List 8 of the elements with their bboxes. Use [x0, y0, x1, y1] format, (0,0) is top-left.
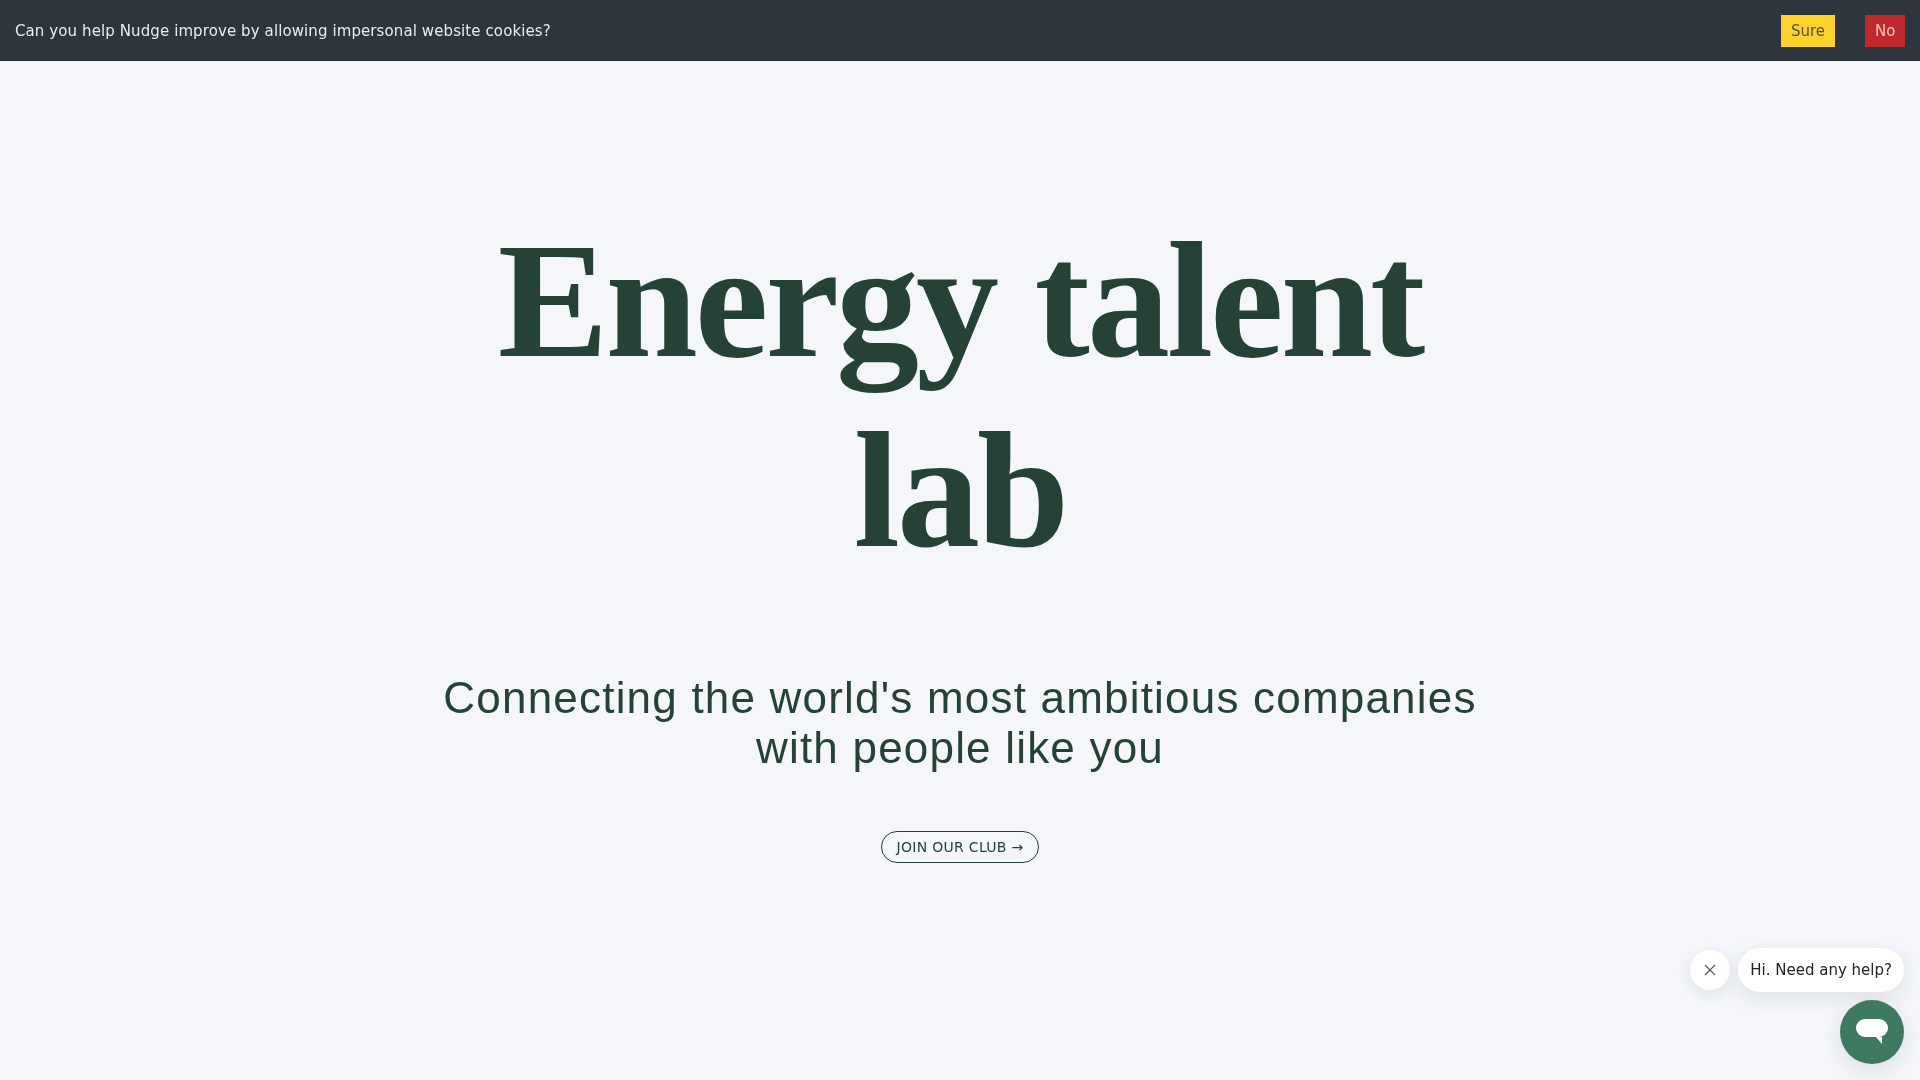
- decline-button[interactable]: No: [1865, 14, 1905, 47]
- speech-bubble-icon: [1856, 1019, 1888, 1045]
- accept-button[interactable]: Sure: [1781, 14, 1835, 47]
- chat-greeting[interactable]: Hi. Need any help?: [1738, 948, 1904, 992]
- cookie-message: Can you help Nudge improve by allowing impersonal website cookies?: [15, 21, 551, 40]
- hero-subtitle: Connecting the world's most ambitious companies with people like you: [442, 673, 1478, 773]
- hero-title: Energy talent lab: [496, 207, 1426, 584]
- chat-launcher-button[interactable]: [1840, 1000, 1904, 1064]
